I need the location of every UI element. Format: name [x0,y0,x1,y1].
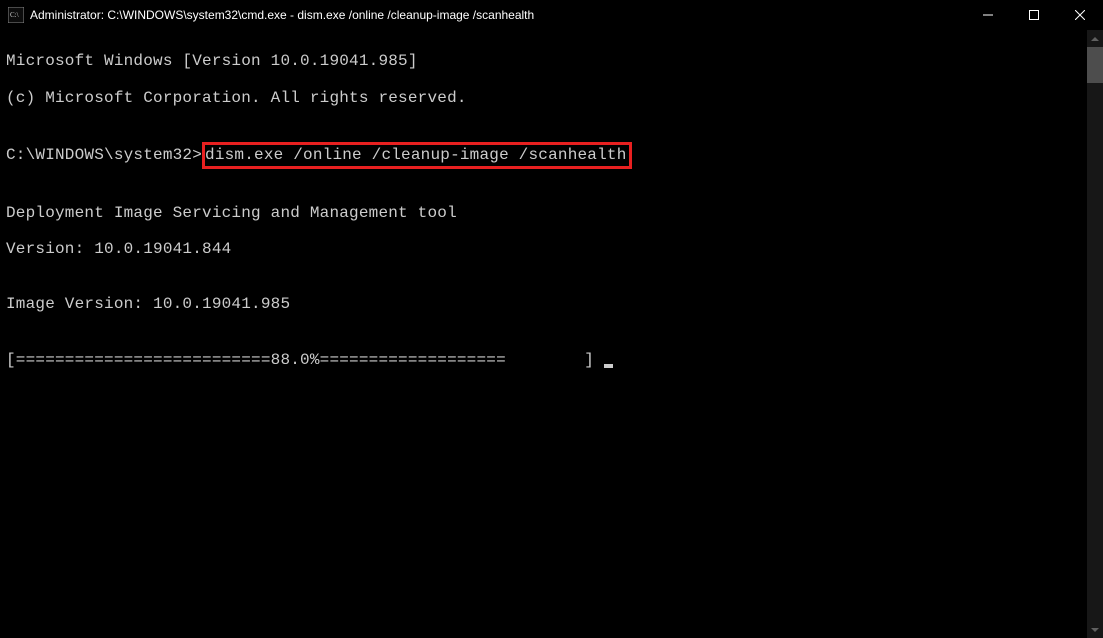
maximize-button[interactable] [1011,0,1057,30]
cmd-window: C:\ Administrator: C:\WINDOWS\system32\c… [0,0,1103,638]
prompt-line: C:\WINDOWS\system32>dism.exe /online /cl… [6,144,1097,166]
output-line: Image Version: 10.0.19041.985 [6,295,1097,313]
prompt-path: C:\WINDOWS\system32> [6,146,202,164]
close-button[interactable] [1057,0,1103,30]
minimize-button[interactable] [965,0,1011,30]
progress-bar: [==========================88.0%========… [6,351,604,369]
vertical-scrollbar[interactable] [1087,30,1103,638]
terminal-output[interactable]: Microsoft Windows [Version 10.0.19041.98… [0,30,1103,638]
output-line: (c) Microsoft Corporation. All rights re… [6,89,1097,107]
window-title: Administrator: C:\WINDOWS\system32\cmd.e… [30,8,965,22]
scroll-down-button[interactable] [1087,621,1103,638]
cursor [604,364,613,368]
output-line: Microsoft Windows [Version 10.0.19041.98… [6,52,1097,70]
highlighted-command: dism.exe /online /cleanup-image /scanhea… [202,142,631,168]
window-controls [965,0,1103,30]
scroll-up-button[interactable] [1087,30,1103,47]
output-line: Deployment Image Servicing and Managemen… [6,204,1097,222]
svg-text:C:\: C:\ [10,11,19,19]
titlebar[interactable]: C:\ Administrator: C:\WINDOWS\system32\c… [0,0,1103,30]
progress-line: [==========================88.0%========… [6,351,1097,369]
cmd-icon: C:\ [8,7,24,23]
output-line: Version: 10.0.19041.844 [6,240,1097,258]
scrollbar-thumb[interactable] [1087,47,1103,83]
